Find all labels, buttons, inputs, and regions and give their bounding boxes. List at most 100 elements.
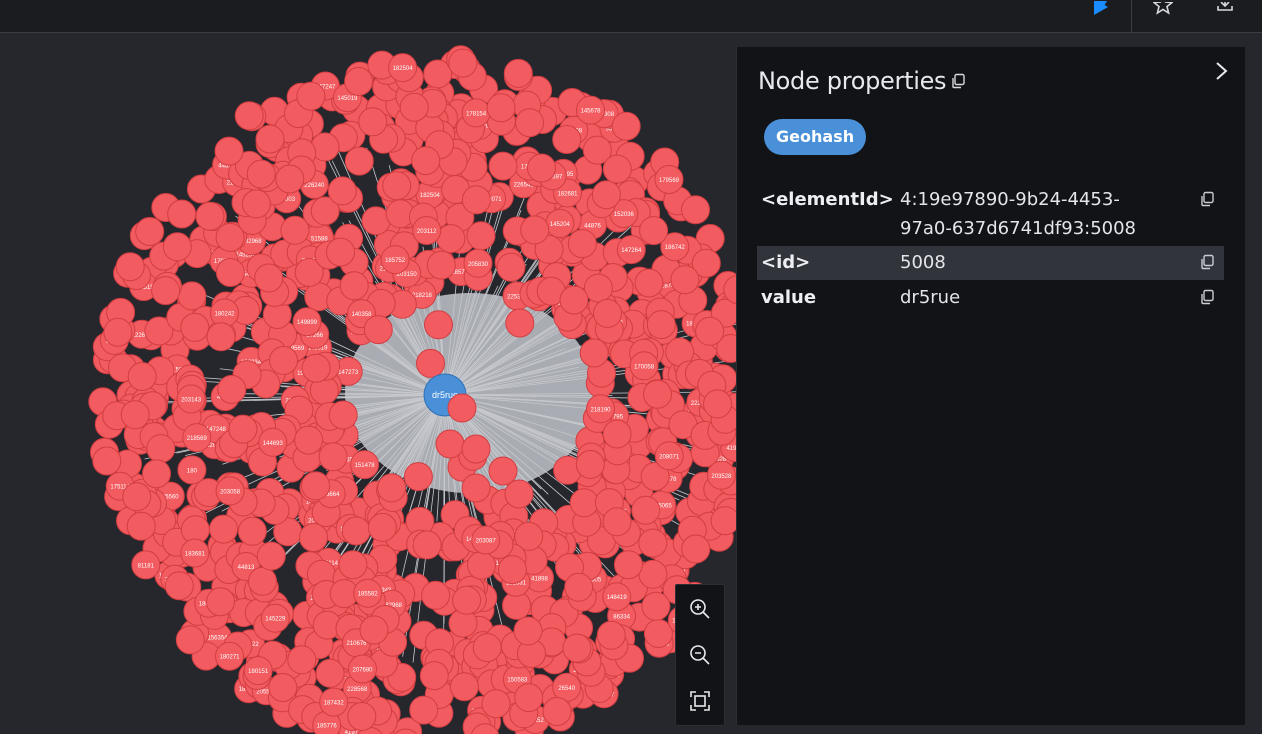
graph-node[interactable] (175, 625, 205, 655)
graph-node[interactable]: 148419 (602, 582, 632, 612)
graph-node[interactable] (206, 587, 235, 617)
node-circle[interactable] (611, 111, 641, 141)
graph-node[interactable]: 208071 (654, 441, 684, 471)
graph-node[interactable] (126, 511, 156, 541)
node-circle[interactable] (399, 92, 429, 122)
node-circle[interactable] (338, 550, 368, 580)
fit-to-screen-icon[interactable] (688, 689, 712, 713)
node-circle[interactable] (344, 146, 374, 176)
graph-node[interactable] (146, 434, 176, 464)
node-circle[interactable] (583, 273, 613, 303)
graph-node[interactable] (301, 353, 331, 383)
graph-node[interactable] (228, 414, 258, 444)
graph-node[interactable]: 170058 (629, 351, 659, 381)
node-circle[interactable] (670, 265, 700, 295)
graph-node[interactable] (564, 572, 594, 602)
node-circle[interactable] (542, 697, 572, 726)
graph-node[interactable] (115, 252, 145, 282)
graph-node[interactable]: 185752 (380, 245, 410, 275)
node-circle[interactable] (135, 217, 165, 246)
node-circle[interactable] (215, 258, 245, 287)
node-circle[interactable] (638, 559, 668, 589)
graph-node[interactable] (162, 232, 192, 262)
node-circle[interactable] (596, 620, 626, 650)
graph-node[interactable] (127, 362, 157, 391)
graph-node[interactable] (710, 506, 736, 536)
graph-node[interactable] (613, 550, 643, 580)
node-circle[interactable] (564, 572, 594, 602)
graph-node[interactable] (504, 479, 534, 509)
graph-node[interactable] (339, 271, 369, 301)
graph-node[interactable] (164, 571, 194, 601)
node-circle[interactable] (142, 459, 171, 489)
node-circle[interactable] (299, 523, 328, 552)
graph-node[interactable] (461, 434, 491, 464)
node-circle[interactable] (358, 107, 388, 137)
graph-node[interactable] (135, 217, 165, 246)
graph-node[interactable] (486, 93, 516, 123)
node-circle[interactable] (215, 222, 245, 252)
graph-node[interactable] (488, 456, 518, 486)
graph-node[interactable] (643, 379, 672, 409)
graph-node[interactable]: 218569 (182, 423, 212, 453)
node-circle[interactable] (681, 534, 711, 564)
node-circle[interactable] (301, 353, 331, 383)
graph-node[interactable] (472, 633, 502, 663)
node-circle[interactable] (481, 689, 511, 719)
node-circle[interactable] (167, 199, 197, 229)
play-button[interactable] (1090, 0, 1112, 18)
graph-node[interactable] (344, 146, 374, 176)
graph-node[interactable] (327, 176, 357, 206)
graph-node[interactable] (287, 645, 317, 675)
graph-node[interactable] (634, 268, 664, 298)
node-circle[interactable] (146, 434, 176, 464)
graph-node[interactable] (296, 81, 326, 111)
node-circle[interactable] (593, 298, 622, 328)
node-circle[interactable] (248, 566, 277, 596)
zoom-out-icon[interactable] (688, 643, 712, 667)
graph-node[interactable] (167, 199, 197, 229)
graph-node[interactable]: 149899 (292, 307, 322, 337)
graph-node[interactable]: 145204 (545, 208, 575, 238)
graph-node[interactable] (552, 125, 582, 154)
graph-node[interactable] (448, 48, 478, 78)
graph-node[interactable] (254, 263, 284, 293)
node-circle[interactable] (177, 281, 207, 311)
graph-node[interactable] (461, 185, 491, 215)
graph-node[interactable] (569, 488, 599, 518)
node-circle[interactable] (449, 672, 479, 702)
node-circle[interactable] (421, 580, 451, 610)
node-circle[interactable] (613, 550, 643, 580)
graph-node[interactable] (602, 154, 632, 184)
node-circle[interactable] (681, 195, 710, 225)
node-circle[interactable] (328, 400, 358, 430)
graph-node[interactable] (399, 92, 429, 122)
graph-node[interactable] (513, 616, 543, 646)
graph-node[interactable]: 187432 (319, 687, 349, 717)
node-circle[interactable] (92, 446, 122, 476)
node-circle[interactable] (591, 180, 621, 210)
node-circle[interactable] (403, 462, 433, 492)
graph-node[interactable] (562, 633, 592, 663)
graph-node[interactable] (237, 516, 267, 546)
graph-node[interactable] (602, 507, 632, 537)
copy-icon[interactable] (950, 73, 966, 89)
graph-node[interactable] (359, 615, 389, 645)
node-circle[interactable] (269, 345, 298, 375)
node-circle[interactable] (461, 185, 491, 215)
node-circle[interactable] (515, 108, 545, 138)
graph-node[interactable] (631, 495, 661, 525)
graph-node[interactable] (206, 322, 236, 352)
graph-node[interactable] (209, 514, 238, 544)
node-circle[interactable] (318, 442, 348, 472)
graph-node[interactable] (496, 252, 526, 282)
graph-node[interactable] (214, 136, 244, 166)
graph-node[interactable] (347, 702, 377, 731)
node-circle[interactable] (695, 316, 725, 346)
node-circle[interactable] (643, 379, 672, 409)
graph-node[interactable]: 180151 (243, 656, 273, 686)
graph-node[interactable] (268, 673, 298, 702)
node-circle[interactable] (341, 516, 371, 546)
graph-node[interactable]: 145678 (576, 95, 605, 125)
download-button[interactable] (1214, 0, 1236, 18)
